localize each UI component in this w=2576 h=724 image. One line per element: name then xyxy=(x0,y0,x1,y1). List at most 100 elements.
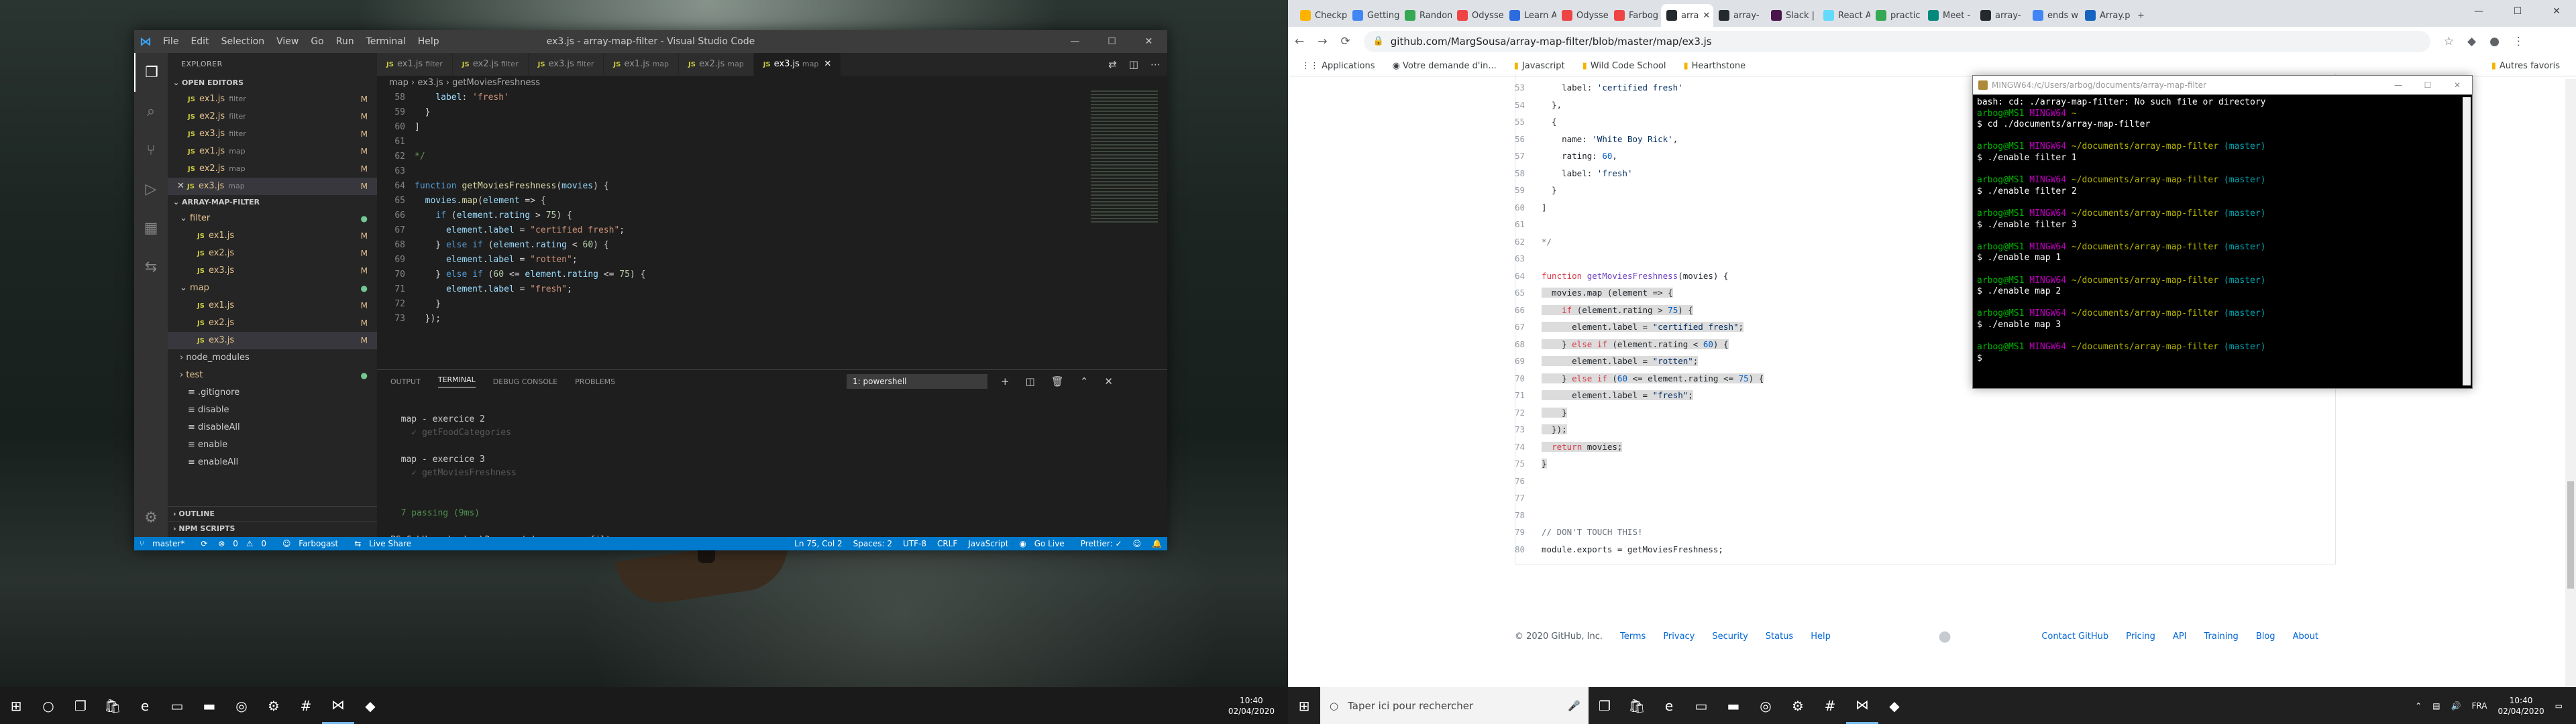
open-editor-item[interactable]: ✕ JS ex3.js map M xyxy=(168,178,377,195)
branch-indicator[interactable]: ⑂ master* xyxy=(134,539,195,548)
menu-go[interactable]: Go xyxy=(305,36,329,47)
line-number[interactable]: 63 xyxy=(1515,250,1542,267)
github-logo-icon[interactable]: ● xyxy=(1939,628,1951,645)
panel-tab-problems[interactable]: PROBLEMS xyxy=(575,377,615,386)
windows-start-icon[interactable]: ⊞ xyxy=(1288,687,1320,724)
bookmark-item[interactable]: ▮ Hearthstone xyxy=(1684,61,1746,71)
line-ending[interactable]: CRLF xyxy=(932,539,963,548)
tree-item[interactable]: JS ex1.js M xyxy=(168,227,377,245)
open-changes-icon[interactable]: ⇄ xyxy=(1108,58,1117,70)
tree-item[interactable]: ≡ disableAll xyxy=(168,419,377,436)
split-editor-icon[interactable]: ◫ xyxy=(1129,58,1138,70)
footer-link-privacy[interactable]: Privacy xyxy=(1663,631,1695,642)
menu-edit[interactable]: Edit xyxy=(184,36,215,47)
more-actions-icon[interactable]: ⋯ xyxy=(1150,58,1161,70)
close-icon[interactable]: ✕ xyxy=(2443,76,2472,95)
browser-tab[interactable]: Farbog xyxy=(1609,4,1661,27)
maximize-icon[interactable]: ☐ xyxy=(2413,76,2443,95)
close-panel-icon[interactable]: ✕ xyxy=(1104,375,1113,387)
vscode-taskbar-icon[interactable]: ⋈ xyxy=(1846,687,1878,724)
tree-item[interactable]: JS ex2.js M xyxy=(168,314,377,332)
tab-filter-ex1[interactable]: JS ex1.js filter xyxy=(377,53,453,76)
line-number[interactable]: 65 xyxy=(1515,284,1542,302)
line-number[interactable]: 70 xyxy=(1515,370,1542,387)
line-number[interactable]: 53 xyxy=(1515,79,1542,97)
breadcrumb-item[interactable]: ex3.js xyxy=(417,78,443,88)
task-view-icon[interactable]: ❐ xyxy=(1589,687,1621,724)
tab-map-ex3[interactable]: JS ex3.js map ✕ xyxy=(753,53,842,76)
store-icon[interactable]: 🛍 xyxy=(97,687,129,724)
settings-icon[interactable]: ⚙ xyxy=(258,687,290,724)
panel-tab-debug-console[interactable]: DEBUG CONSOLE xyxy=(493,377,557,386)
open-editors-header[interactable]: ⌄ OPEN EDITORS xyxy=(168,76,377,90)
minimize-icon[interactable]: — xyxy=(2383,76,2413,95)
maximize-icon[interactable]: ☐ xyxy=(1093,30,1130,53)
explorer-icon[interactable]: ❐ xyxy=(134,53,168,92)
sync-icon[interactable]: ⟳ xyxy=(195,539,213,548)
tree-item[interactable]: ⌄ filter ● xyxy=(168,210,377,227)
indent-setting[interactable]: Spaces: 2 xyxy=(848,539,898,548)
breadcrumb-item[interactable]: map xyxy=(389,78,409,88)
back-icon[interactable]: ← xyxy=(1295,35,1304,48)
clock-right[interactable]: 10:40 02/04/2020 xyxy=(2498,695,2544,717)
bookmark-item[interactable]: ▮ Autres favoris xyxy=(2491,61,2560,71)
tree-item[interactable]: JS ex3.js M xyxy=(168,262,377,280)
git-bash-terminal[interactable]: bash: cd: ./array-map-filter: No such fi… xyxy=(1973,95,2472,367)
browser-tab[interactable]: Checkp xyxy=(1295,4,1347,27)
menu-terminal[interactable]: Terminal xyxy=(360,36,412,47)
extensions-icon[interactable]: ▦ xyxy=(134,208,168,247)
footer-link-help[interactable]: Help xyxy=(1811,631,1831,642)
git-bash-scrollbar[interactable] xyxy=(2463,97,2471,385)
close-icon[interactable]: ✕ xyxy=(824,59,831,69)
tree-item[interactable]: ≡ enableAll xyxy=(168,454,377,471)
menu-selection[interactable]: Selection xyxy=(215,36,271,47)
line-number[interactable]: 78 xyxy=(1515,507,1542,524)
store-icon[interactable]: 🛍 xyxy=(1621,687,1653,724)
encoding[interactable]: UTF-8 xyxy=(898,539,932,548)
prettier-status[interactable]: Prettier: ✓ xyxy=(1075,539,1128,548)
user-indicator[interactable]: ☺ Farbogast xyxy=(277,539,349,548)
reload-icon[interactable]: ⟳ xyxy=(1341,35,1350,48)
line-number[interactable]: 62 xyxy=(1515,233,1542,251)
terminal-output[interactable]: map - exercice 2 ✓ getFoodCategories map… xyxy=(390,400,637,547)
line-number[interactable]: 61 xyxy=(1515,216,1542,233)
task-view-icon[interactable]: ❐ xyxy=(64,687,97,724)
menu-run[interactable]: Run xyxy=(330,36,360,47)
tree-item[interactable]: JS ex3.js M xyxy=(168,332,377,349)
bookmark-item[interactable]: ▮ Javascript xyxy=(1514,61,1565,71)
taskbar-search[interactable]: ○ Taper ici pour rechercher 🎤 xyxy=(1320,687,1589,724)
git-bash-taskbar-icon[interactable]: ◆ xyxy=(1878,687,1911,724)
npm-scripts-header[interactable]: › NPM SCRIPTS xyxy=(168,521,377,536)
line-number[interactable]: 74 xyxy=(1515,438,1542,456)
browser-tab[interactable]: Getting xyxy=(1347,4,1399,27)
line-number[interactable]: 55 xyxy=(1515,113,1542,131)
app-icon[interactable]: ▬ xyxy=(193,687,225,724)
tree-item[interactable]: › node_modules xyxy=(168,349,377,367)
address-bar[interactable]: 🔒 github.com/MargSousa/array-map-filter/b… xyxy=(1363,31,2430,52)
kill-terminal-icon[interactable]: 🗑 xyxy=(1051,375,1064,387)
language-indicator[interactable]: FRA xyxy=(2472,701,2487,711)
cursor-position[interactable]: Ln 75, Col 2 xyxy=(789,539,848,548)
footer-link-pricing[interactable]: Pricing xyxy=(2126,631,2155,642)
volume-icon[interactable]: 🔊 xyxy=(2451,701,2461,711)
line-number[interactable]: 72 xyxy=(1515,404,1542,422)
extension-icon[interactable]: ◆ xyxy=(2467,35,2476,48)
browser-tab[interactable]: React A xyxy=(1818,4,1870,27)
bookmark-item[interactable]: ◉ Votre demande d'in... xyxy=(1393,61,1497,71)
line-number[interactable]: 80 xyxy=(1515,541,1542,558)
bookmark-item[interactable]: ▮ Wild Code School xyxy=(1582,61,1666,71)
line-number[interactable]: 56 xyxy=(1515,131,1542,148)
line-number[interactable]: 71 xyxy=(1515,387,1542,404)
notification-icon[interactable]: ▭ xyxy=(2555,701,2563,711)
browser-tab[interactable]: Learn A xyxy=(1504,4,1556,27)
close-icon[interactable]: ✕ xyxy=(1130,30,1167,53)
language-mode[interactable]: JavaScript xyxy=(963,539,1014,548)
git-bash-taskbar-icon[interactable]: ◆ xyxy=(354,687,386,724)
browser-tab[interactable]: Random xyxy=(1399,4,1452,27)
vscode-taskbar-icon[interactable]: ⋈ xyxy=(322,687,354,724)
chrome-icon[interactable]: ◎ xyxy=(1750,687,1782,724)
browser-tab[interactable]: Meet - xyxy=(1923,4,1975,27)
line-number[interactable]: 57 xyxy=(1515,147,1542,165)
panel-tab-output[interactable]: OUTPUT xyxy=(390,377,421,386)
footer-link-status[interactable]: Status xyxy=(1766,631,1793,642)
